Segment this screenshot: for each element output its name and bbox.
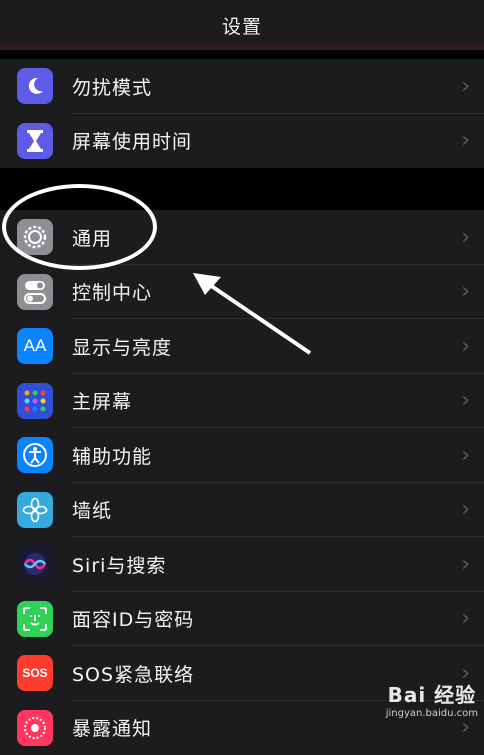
settings-row-wallpaper[interactable]: 墙纸 › xyxy=(0,483,484,538)
watermark: Bai 经验 jingyan.baidu.com xyxy=(386,679,478,719)
row-label: 暴露通知 xyxy=(72,714,152,741)
row-label: 面容ID与密码 xyxy=(72,605,194,632)
chevron-right-icon: › xyxy=(461,225,470,250)
moon-icon xyxy=(17,68,53,104)
nav-divider xyxy=(0,44,484,50)
aa-text-icon: AA xyxy=(17,328,53,364)
exposure-icon xyxy=(17,710,53,746)
row-label: 控制中心 xyxy=(72,278,152,305)
chevron-right-icon: › xyxy=(461,715,470,740)
settings-row-accessibility[interactable]: 辅助功能 › xyxy=(0,428,484,483)
settings-group-1: 勿扰模式 › 屏幕使用时间 › xyxy=(0,59,484,168)
row-label: Siri与搜索 xyxy=(72,551,166,578)
settings-row-screen-time[interactable]: 屏幕使用时间 › xyxy=(0,114,484,169)
chevron-right-icon: › xyxy=(461,552,470,577)
annotation-ellipse xyxy=(2,184,157,270)
home-grid-icon xyxy=(17,383,53,419)
toggles-icon xyxy=(17,274,53,310)
settings-row-home-screen[interactable]: 主屏幕 › xyxy=(0,374,484,429)
chevron-right-icon: › xyxy=(461,497,470,522)
settings-row-siri-search[interactable]: Siri与搜索 › xyxy=(0,537,484,592)
watermark-logo: Bai 经验 xyxy=(386,679,478,708)
accessibility-icon xyxy=(17,437,53,473)
watermark-url: jingyan.baidu.com xyxy=(386,708,478,719)
hourglass-icon xyxy=(17,123,53,159)
chevron-right-icon: › xyxy=(461,74,470,99)
row-label: SOS紧急联络 xyxy=(72,660,194,687)
faceid-icon xyxy=(17,601,53,637)
page-title: 设置 xyxy=(222,12,262,39)
annotation-arrow xyxy=(185,265,320,360)
row-label: 辅助功能 xyxy=(72,442,152,469)
row-label: 屏幕使用时间 xyxy=(72,127,192,154)
chevron-right-icon: › xyxy=(461,388,470,413)
nav-bar: 设置 xyxy=(0,0,484,50)
chevron-right-icon: › xyxy=(461,443,470,468)
flower-icon xyxy=(17,492,53,528)
sos-icon: SOS xyxy=(17,655,53,691)
row-label: 墙纸 xyxy=(72,496,112,523)
siri-icon xyxy=(17,546,53,582)
chevron-right-icon: › xyxy=(461,279,470,304)
settings-row-do-not-disturb[interactable]: 勿扰模式 › xyxy=(0,59,484,114)
settings-row-faceid-passcode[interactable]: 面容ID与密码 › xyxy=(0,592,484,647)
row-label: 显示与亮度 xyxy=(72,333,172,360)
chevron-right-icon: › xyxy=(461,606,470,631)
chevron-right-icon: › xyxy=(461,128,470,153)
row-label: 勿扰模式 xyxy=(72,73,152,100)
row-label: 主屏幕 xyxy=(72,387,132,414)
chevron-right-icon: › xyxy=(461,334,470,359)
